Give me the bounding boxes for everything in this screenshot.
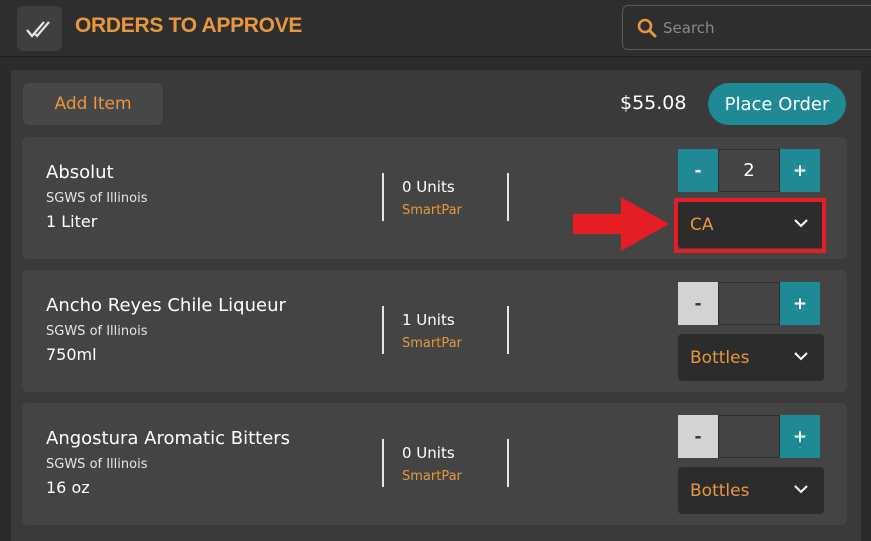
decrease-quantity-button[interactable]: -	[678, 415, 718, 458]
divider	[382, 306, 384, 354]
item-name: Ancho Reyes Chile Liqueur	[46, 295, 286, 316]
quantity-input[interactable]	[718, 282, 780, 325]
order-item-card: Angostura Aromatic Bitters SGWS of Illin…	[22, 403, 847, 525]
smartpar-label: SmartPar	[402, 336, 462, 351]
chevron-down-icon	[794, 352, 808, 361]
search-icon	[637, 18, 657, 38]
double-check-icon	[25, 20, 50, 38]
item-supplier: SGWS of Illinois	[46, 457, 148, 472]
app-header: ORDERS TO APPROVE	[0, 0, 871, 57]
quantity-input[interactable]	[718, 149, 780, 192]
units-on-hand: 0 Units	[402, 444, 455, 462]
increase-quantity-button[interactable]: +	[780, 415, 820, 458]
decrease-quantity-button[interactable]: -	[678, 149, 718, 192]
item-name: Angostura Aromatic Bitters	[46, 428, 291, 449]
units-on-hand: 0 Units	[402, 178, 455, 196]
search-input[interactable]	[663, 16, 863, 40]
unit-type-value: Bottles	[690, 481, 750, 501]
item-supplier: SGWS of Illinois	[46, 191, 148, 206]
smartpar-label: SmartPar	[402, 469, 462, 484]
divider	[507, 439, 509, 487]
divider	[507, 306, 509, 354]
divider	[507, 173, 509, 221]
order-item-card: Ancho Reyes Chile Liqueur SGWS of Illino…	[22, 270, 847, 392]
quantity-input[interactable]	[718, 415, 780, 458]
divider	[382, 439, 384, 487]
app-logo[interactable]	[17, 6, 62, 51]
order-total: $55.08	[620, 92, 687, 114]
red-arrow-icon	[573, 197, 669, 251]
highlight-box	[674, 198, 826, 253]
item-supplier: SGWS of Illinois	[46, 324, 148, 339]
order-panel: Add Item $55.08 Place Order Absolut SGWS…	[11, 70, 861, 541]
unit-type-select[interactable]: Bottles	[678, 467, 824, 514]
increase-quantity-button[interactable]: +	[780, 149, 820, 192]
divider	[382, 173, 384, 221]
increase-quantity-button[interactable]: +	[780, 282, 820, 325]
place-order-button[interactable]: Place Order	[708, 83, 846, 125]
smartpar-label: SmartPar	[402, 203, 462, 218]
item-name: Absolut	[46, 162, 114, 183]
search-box[interactable]	[622, 5, 871, 50]
item-size: 750ml	[46, 345, 97, 364]
unit-type-value: Bottles	[690, 348, 750, 368]
item-size: 1 Liter	[46, 212, 98, 231]
decrease-quantity-button[interactable]: -	[678, 282, 718, 325]
page-title: ORDERS TO APPROVE	[75, 14, 303, 37]
unit-type-select[interactable]: Bottles	[678, 334, 824, 381]
add-item-button[interactable]: Add Item	[23, 83, 163, 125]
item-size: 16 oz	[46, 478, 90, 497]
chevron-down-icon	[794, 485, 808, 494]
units-on-hand: 1 Units	[402, 311, 455, 329]
